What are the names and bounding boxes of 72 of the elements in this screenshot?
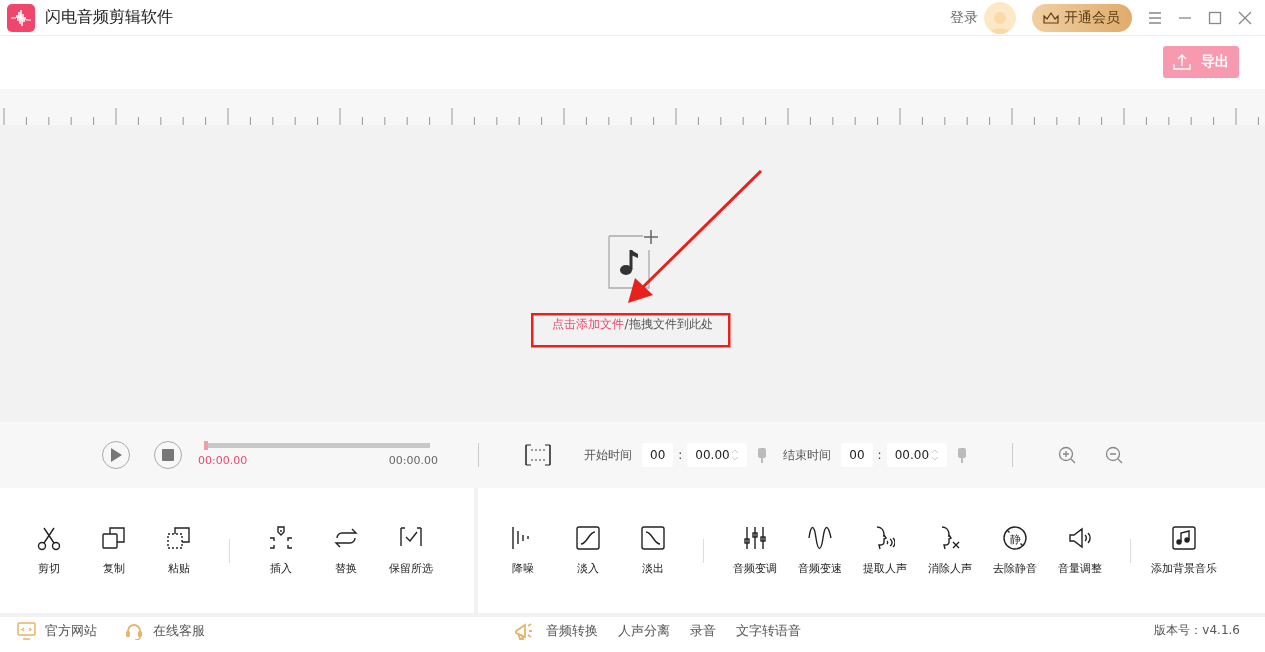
time-separator: : (678, 448, 683, 462)
feature-link[interactable]: 音频转换 (546, 621, 598, 640)
headset-icon (125, 621, 144, 640)
zoom-in-icon[interactable] (1057, 446, 1076, 464)
paste-icon (165, 525, 192, 551)
menu-icon[interactable] (1148, 10, 1162, 25)
tool-button[interactable]: 消除人声 (917, 525, 982, 576)
feature-link[interactable]: 人声分离 (618, 621, 670, 640)
speaking-head-icon (874, 525, 895, 551)
time-separator: : (877, 448, 882, 462)
minutes-field[interactable]: 00 (642, 443, 674, 467)
version-label: 版本号：v4.1.6 (1154, 622, 1240, 639)
crossed-circle-icon: 静 (1001, 525, 1028, 551)
tool-button[interactable]: 粘贴 (146, 525, 211, 576)
scissors-icon (35, 525, 62, 551)
current-time: 00:00.00 (198, 454, 248, 467)
tool-button[interactable]: 音频变调 (722, 525, 787, 576)
feature-link[interactable]: 录音 (690, 621, 716, 640)
time-label: 开始时间 (584, 446, 632, 464)
fade-in-curve-icon (574, 525, 601, 551)
login-link[interactable]: 登录 (950, 8, 978, 27)
vip-button[interactable]: 开通会员 (1032, 3, 1132, 32)
footer-link[interactable]: 官方网站 (17, 621, 97, 640)
avatar-icon[interactable] (984, 1, 1016, 34)
seconds-field[interactable]: 00.00 (687, 443, 748, 467)
wave-icon (806, 525, 833, 551)
tool-button[interactable]: 淡出 (620, 525, 685, 576)
copy-icon (100, 525, 127, 551)
tool-button[interactable]: 提取人声 (852, 525, 917, 576)
speaker-icon (1066, 525, 1093, 551)
time-label: 结束时间 (783, 446, 832, 464)
megaphone-icon (514, 620, 534, 641)
marker-pin-icon[interactable] (956, 447, 967, 463)
spinner-icon (930, 449, 939, 461)
feature-link[interactable]: 文字转语音 (736, 621, 801, 640)
total-time: 00:00.00 (388, 454, 438, 467)
tool-button[interactable]: 剪切 (16, 525, 81, 576)
tool-button[interactable]: 淡入 (555, 525, 620, 576)
progress-thumb[interactable] (204, 441, 208, 450)
stop-icon (162, 449, 174, 461)
sliders-icon (741, 525, 768, 551)
footer-link[interactable]: 在线客服 (125, 621, 205, 640)
insert-icon (267, 525, 294, 551)
add-audio-file-icon (606, 228, 659, 290)
music-note-icon (1171, 525, 1197, 551)
seconds-field[interactable]: 00.00 (886, 443, 947, 467)
tool-button[interactable]: 降噪 (490, 525, 555, 576)
play-icon (110, 448, 122, 462)
tool-button[interactable]: 添加背景音乐 (1149, 525, 1219, 576)
app-title: 闪电音频剪辑软件 (45, 7, 173, 28)
fade-out-curve-icon (639, 525, 666, 551)
tool-button[interactable]: 音量调整 (1047, 525, 1112, 576)
tool-button[interactable]: 保留所选 (378, 525, 443, 576)
monitor-icon (17, 621, 36, 640)
selection-bracket-icon (525, 444, 551, 466)
user-silhouette-icon (989, 9, 1011, 34)
app-logo-icon (7, 3, 35, 32)
tool-button[interactable]: 复制 (81, 525, 146, 576)
tool-button[interactable]: 音频变速 (787, 525, 852, 576)
spinner-icon (731, 449, 740, 461)
close-icon[interactable] (1238, 10, 1252, 25)
zoom-out-icon[interactable] (1104, 446, 1123, 464)
marker-pin-icon[interactable] (757, 447, 768, 463)
drop-hint: /拖拽文件到此处 (624, 317, 713, 331)
progress-track[interactable] (206, 443, 430, 448)
tool-button[interactable]: 替换 (313, 525, 378, 576)
tool-button[interactable]: 插入 (248, 525, 313, 576)
maximize-icon[interactable] (1208, 10, 1222, 25)
head-cross-icon (939, 525, 960, 551)
minutes-field[interactable]: 00 (841, 443, 873, 467)
tool-button[interactable]: 静 去除静音 (982, 525, 1047, 576)
upload-icon (1173, 53, 1191, 70)
